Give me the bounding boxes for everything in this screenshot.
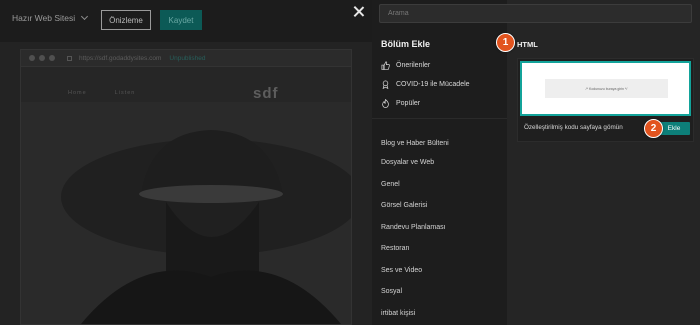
- category-popular[interactable]: Popüler: [381, 99, 420, 108]
- card-description: Özelleştirilmiş kodu sayfaya gömün: [524, 124, 623, 131]
- hero-image: [21, 102, 351, 324]
- category-label: Önerilenler: [396, 62, 431, 69]
- category-restaurant[interactable]: Restoran: [381, 245, 409, 252]
- window-dot: [39, 55, 45, 61]
- editor-topbar: Hazır Web Sitesi Önizleme Kaydet: [0, 0, 372, 42]
- window-dot: [49, 55, 55, 61]
- divider: [372, 118, 507, 119]
- site-preview-frame: https://sdf.godaddysites.com Unpublished…: [20, 49, 352, 325]
- save-button[interactable]: Kaydet: [160, 10, 202, 30]
- category-label: Popüler: [396, 100, 421, 107]
- site-nav-item: Home: [68, 90, 87, 96]
- panel-title: Bölüm Ekle: [381, 39, 431, 49]
- site-select[interactable]: Hazır Web Sitesi: [12, 12, 89, 23]
- lock-icon: [67, 55, 72, 61]
- preview-button[interactable]: Önizleme: [101, 10, 151, 30]
- category-files-web[interactable]: Dosyalar ve Web: [381, 159, 434, 166]
- unpublished-badge: Unpublished: [169, 54, 206, 62]
- category-gallery[interactable]: Görsel Galerisi: [381, 202, 427, 209]
- section-heading: HTML: [517, 40, 538, 49]
- add-section-panel: Bölüm Ekle Önerilenler COVID-19 ile Müca…: [372, 0, 700, 325]
- step-badge: 2: [644, 119, 663, 138]
- site-nav: Home Listen: [68, 90, 135, 96]
- site-title: sdf: [253, 85, 279, 102]
- category-contact[interactable]: irtibat kişisi: [381, 310, 415, 317]
- html-section-card[interactable]: /* Kodunuzu buraya girin */ Özelleştiril…: [517, 58, 694, 142]
- category-social[interactable]: Sosyal: [381, 288, 402, 295]
- category-general[interactable]: Genel: [381, 181, 400, 188]
- card-preview-placeholder: /* Kodunuzu buraya girin */: [545, 79, 668, 98]
- category-label: COVID-19 ile Mücadele: [396, 81, 470, 88]
- browser-bar: https://sdf.godaddysites.com Unpublished: [21, 50, 351, 67]
- window-dot: [29, 55, 35, 61]
- site-url: https://sdf.godaddysites.com: [79, 54, 162, 62]
- close-icon[interactable]: [352, 5, 366, 19]
- category-blog[interactable]: Blog ve Haber Bülteni: [381, 140, 449, 147]
- flame-icon: [382, 99, 389, 108]
- step-badge: 1: [496, 33, 515, 52]
- category-appointments[interactable]: Randevu Planlaması: [381, 224, 446, 231]
- card-preview[interactable]: /* Kodunuzu buraya girin */: [520, 61, 691, 116]
- site-nav-item: Listen: [114, 90, 136, 96]
- category-audio-video[interactable]: Ses ve Video: [381, 267, 422, 274]
- chevron-down-icon: [81, 12, 89, 21]
- category-recommended[interactable]: Önerilenler: [381, 61, 430, 70]
- site-select-label: Hazır Web Sitesi: [12, 13, 76, 23]
- thumbs-up-icon: [381, 61, 390, 70]
- editor-backdrop: Hazır Web Sitesi Önizleme Kaydet https:/…: [0, 0, 372, 325]
- ribbon-icon: [382, 80, 389, 89]
- category-covid[interactable]: COVID-19 ile Mücadele: [381, 80, 470, 89]
- search-input[interactable]: [379, 4, 692, 23]
